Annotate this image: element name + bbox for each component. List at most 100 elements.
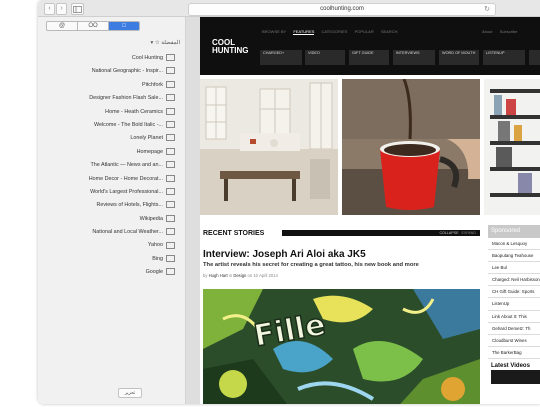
sidebar-icon xyxy=(73,5,82,13)
sponsored-item[interactable]: Baoputang Teahouse xyxy=(488,250,540,263)
bookmark-label: Cool Hunting xyxy=(131,55,163,61)
bookmark-label: World's Largest Professional... xyxy=(90,188,163,195)
bookmark-label: Pitchfork xyxy=(142,81,163,88)
latest-videos-title: Latest Videos xyxy=(491,362,530,369)
nav-browse-by: BROWSE BY xyxy=(262,29,287,34)
subnav-video[interactable]: VIDEO xyxy=(305,50,345,65)
sponsored-item[interactable]: CH Gift Guide: Sports xyxy=(488,286,540,299)
book-icon xyxy=(166,94,175,102)
book-icon xyxy=(166,67,175,75)
subnav-listenup-label: LISTENUP xyxy=(486,51,505,55)
subnav-interviews-label: INTERVIEWS xyxy=(396,51,420,55)
article-headline[interactable]: Interview: Joseph Ari Aloi aka JK5 xyxy=(203,249,480,260)
latest-video-thumbnail[interactable] xyxy=(491,369,540,384)
bookmark-item[interactable]: Designer Fashion Flash Sale... xyxy=(40,92,175,105)
recent-stories-title: RECENT STORIES xyxy=(203,230,265,237)
bookmark-item[interactable]: Welcome - The Bold Italic -... xyxy=(40,119,175,132)
expand-link[interactable]: EXPAND xyxy=(461,231,476,235)
sponsored-item[interactable]: Link About It: This xyxy=(488,311,540,323)
bookmark-label: National Geographic - Inspir... xyxy=(91,68,163,75)
nav-search[interactable]: SEARCH xyxy=(381,29,398,34)
book-icon xyxy=(166,147,175,155)
book-icon xyxy=(166,254,175,262)
edit-button[interactable]: تحرير xyxy=(118,388,142,398)
bookmarks-sidebar: @ OO □ ▾ ☆ المفضلة Cool Hunting National … xyxy=(38,17,186,404)
sponsored-item[interactable]: ListenUp xyxy=(488,298,540,311)
bookmark-item[interactable]: Home - Heath Ceramics xyxy=(40,106,175,119)
byline-author[interactable]: Hugh Hart xyxy=(209,273,228,278)
site-header: COOL HUNTING BROWSE BY FEATURES CATEGORI… xyxy=(200,17,540,75)
book-icon xyxy=(166,214,175,222)
sponsored-list: Macon & Lesquoy Baoputang Teahouse Lee Bul… xyxy=(488,238,540,359)
reading-list-icon[interactable]: OO xyxy=(78,22,109,30)
sponsored-item[interactable]: The BarkerBag xyxy=(488,347,540,359)
byline-in: in xyxy=(228,273,233,278)
sponsored-item[interactable]: Macon & Lesquoy xyxy=(488,238,540,251)
book-icon xyxy=(166,121,175,129)
subnav-word-of-mouth[interactable]: WORD OF MOUTH xyxy=(439,50,479,65)
photo-mug[interactable] xyxy=(342,79,480,215)
bookmark-item[interactable]: National Geographic - Inspir... xyxy=(40,65,175,78)
bookmark-item[interactable]: Pitchfork xyxy=(40,79,175,92)
sidebar-toggle-button[interactable] xyxy=(71,3,84,15)
article-image[interactable]: Fille xyxy=(203,289,480,404)
forward-button[interactable]: › xyxy=(56,3,67,15)
bookmark-item[interactable]: Lonely Planet xyxy=(40,132,175,145)
bookmark-label: Home - Heath Ceramics xyxy=(105,108,163,115)
nav-features[interactable]: FEATURES xyxy=(293,29,315,35)
sponsored-item[interactable]: Gehard Demetz: Th xyxy=(488,323,540,335)
article-byline: by Hugh Hart in Design on 10 April 2014 xyxy=(203,273,278,278)
browser-window: ‹ › coolhunting.com ↻ @ OO □ ▾ ☆ المفضلة… xyxy=(38,0,540,404)
bookmark-item[interactable]: Cool Hunting xyxy=(40,52,175,65)
subnav-interviews[interactable]: INTERVIEWS xyxy=(393,50,435,65)
collapse-link[interactable]: COLLAPSE xyxy=(440,231,459,235)
favorites-header[interactable]: ▾ ☆ المفضلة xyxy=(151,40,180,46)
nav-about[interactable]: About xyxy=(482,29,492,34)
bookmark-item[interactable]: Bing xyxy=(40,253,175,266)
bookmark-label: Designer Fashion Flash Sale... xyxy=(89,95,163,102)
at-icon[interactable]: @ xyxy=(47,22,78,30)
photo-interior[interactable] xyxy=(200,79,338,215)
subnav-listenup[interactable]: LISTENUP xyxy=(483,50,525,65)
url-text: coolhunting.com xyxy=(320,6,364,12)
subnav-more[interactable] xyxy=(529,50,540,65)
bookmark-item[interactable]: Wikipedia xyxy=(40,213,175,226)
bookmark-item[interactable]: Google xyxy=(40,266,175,279)
bookmark-label: The Atlantic — News and an... xyxy=(90,162,163,169)
bookmark-label: Google xyxy=(145,269,163,276)
sponsored-item[interactable]: Lee Bul xyxy=(488,262,540,275)
byline-category[interactable]: Design xyxy=(233,273,246,278)
address-bar[interactable]: coolhunting.com ↻ xyxy=(188,3,496,16)
bookmark-label: Homepage xyxy=(136,148,163,155)
bookmark-label: Home Decor - Home Decorat... xyxy=(88,175,163,182)
nav-subscribe[interactable]: Subscribe xyxy=(500,29,518,34)
subnav-gift-guide[interactable]: GIFT GUIDE xyxy=(349,50,389,65)
nav-popular[interactable]: POPULAR xyxy=(355,29,374,34)
bookmark-label: National and Local Weather... xyxy=(92,229,163,236)
bookmark-item[interactable]: National and Local Weather... xyxy=(40,226,175,239)
sponsored-item[interactable]: Charged: Neil Harbisson xyxy=(488,274,540,287)
book-icon xyxy=(166,54,175,62)
subnav-charged[interactable]: CHARGED+ xyxy=(260,50,302,65)
feature-photos xyxy=(200,79,540,215)
back-button[interactable]: ‹ xyxy=(44,3,55,15)
book-icon xyxy=(166,161,175,169)
top-nav-right: About Subscribe xyxy=(482,29,523,34)
subnav-word-of-mouth-label: WORD OF MOUTH xyxy=(442,51,476,55)
site-logo[interactable]: COOL HUNTING xyxy=(212,39,248,55)
bookmark-item[interactable]: Reviews of Hotels, Flights... xyxy=(40,199,175,212)
bookmark-item[interactable]: The Atlantic — News and an... xyxy=(40,159,175,172)
bookmark-item[interactable]: Home Decor - Home Decorat... xyxy=(40,173,175,186)
bookmark-item[interactable]: Yahoo xyxy=(40,239,175,252)
reload-icon[interactable]: ↻ xyxy=(484,4,490,15)
chevron-right-icon: › xyxy=(60,5,63,12)
photo-shelf[interactable] xyxy=(484,79,540,215)
bookmark-label: Wikipedia xyxy=(139,215,163,222)
bookmark-item[interactable]: World's Largest Professional... xyxy=(40,186,175,199)
book-icon xyxy=(166,187,175,195)
nav-categories[interactable]: CATEGORIES xyxy=(322,29,348,34)
sponsored-item[interactable]: Cloudburst Wines xyxy=(488,335,540,347)
recent-stories-bar: RECENT STORIES COLLAPSE EXPAND xyxy=(203,230,480,237)
bookmarks-icon[interactable]: □ xyxy=(109,22,139,30)
bookmark-item[interactable]: Homepage xyxy=(40,146,175,159)
